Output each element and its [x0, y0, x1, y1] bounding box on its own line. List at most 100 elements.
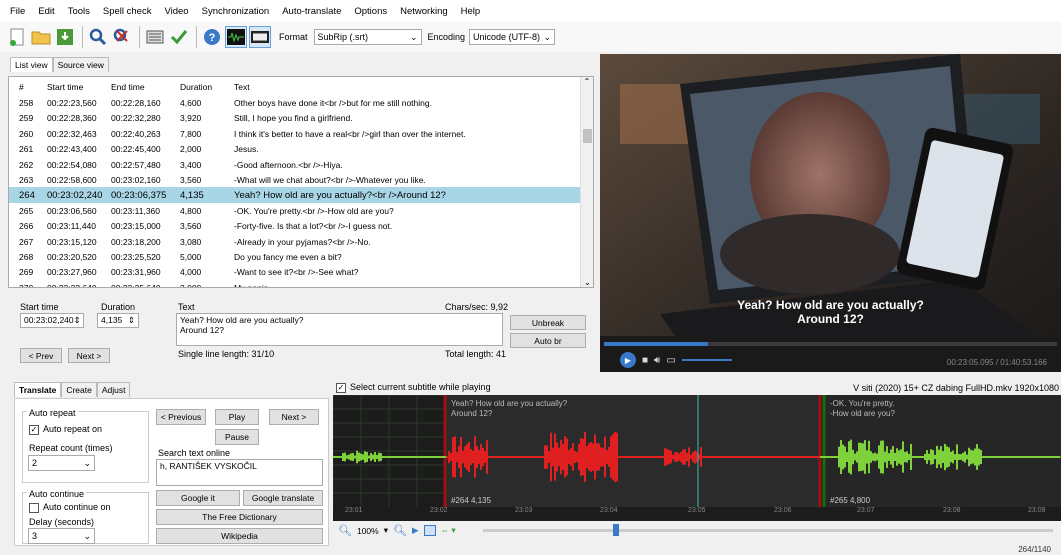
volume-icon[interactable]: 🔊︎: [654, 355, 660, 366]
search-text-input[interactable]: h, RANTIŠEK VYSKOČIL: [156, 459, 323, 486]
table-row[interactable]: 264 00:23:02,240 00:23:06,375 4,135 Yeah? Ho…: [9, 187, 581, 204]
col-end-time[interactable]: End time: [111, 82, 180, 92]
table-row[interactable]: 265 00:23:06,560 00:23:11,360 4,800 -OK. You…: [9, 203, 581, 219]
table-row[interactable]: 267 00:23:15,120 00:23:18,200 3,080 -Already…: [9, 234, 581, 250]
google-it-button[interactable]: Google it: [156, 490, 240, 506]
table-row[interactable]: 261 00:22:43,400 00:22:45,400 2,000 Jesus.: [9, 141, 581, 157]
table-cell: 00:23:27,960: [47, 267, 97, 278]
open-folder-icon[interactable]: [30, 26, 52, 48]
new-file-icon[interactable]: [6, 26, 28, 48]
col-number[interactable]: #: [9, 82, 47, 92]
table-row[interactable]: 259 00:22:28,360 00:22:32,280 3,920 Still, I…: [9, 110, 581, 126]
wave-subtitle-265[interactable]: -OK. You're pretty. -How old are you?: [830, 399, 895, 419]
repeat-count-select[interactable]: 2 ⌄: [28, 455, 95, 471]
start-time-input[interactable]: 00:23:02,240 ⇕: [20, 313, 84, 328]
auto-repeat-on-checkbox[interactable]: ✓ Auto repeat on: [29, 424, 102, 435]
menu-options[interactable]: Options: [354, 6, 387, 17]
fullscreen-icon[interactable]: ▭: [666, 355, 675, 366]
menu-edit[interactable]: Edit: [38, 6, 54, 17]
tab-translate[interactable]: Translate: [14, 382, 62, 397]
google-translate-button[interactable]: Google translate: [243, 490, 323, 506]
spell-check-icon[interactable]: [168, 26, 190, 48]
auto-continue-on-checkbox[interactable]: Auto continue on: [29, 502, 111, 513]
scroll-up-icon[interactable]: ⌃: [581, 77, 593, 86]
free-dictionary-button[interactable]: The Free Dictionary: [156, 509, 323, 525]
menu-networking[interactable]: Networking: [400, 6, 448, 17]
wave-subtitle-264[interactable]: Yeah? How old are you actually? Around 1…: [451, 399, 567, 419]
menu-spell-check[interactable]: Spell check: [103, 6, 152, 17]
zoom-out-icon[interactable]: 🔍︎: [338, 524, 352, 537]
wave-slider-thumb[interactable]: [613, 524, 619, 536]
encoding-value: Unicode (UTF-8): [473, 32, 541, 42]
table-row[interactable]: 269 00:23:27,960 00:23:31,960 4,000 -Want to…: [9, 264, 581, 280]
zoom-value[interactable]: 100%: [357, 526, 379, 536]
encoding-select[interactable]: Unicode (UTF-8) ⌄: [469, 29, 556, 45]
select-current-checkbox[interactable]: ✓ Select current subtitle while playing: [336, 382, 491, 393]
tab-source-view[interactable]: Source view: [52, 57, 109, 72]
previous-button[interactable]: < Previous: [156, 409, 206, 425]
pause-button[interactable]: Pause: [215, 429, 259, 445]
table-row[interactable]: 258 00:22:23,560 00:22:28,160 4,600 Other bo…: [9, 95, 581, 111]
menu-help[interactable]: Help: [461, 6, 481, 17]
scroll-down-icon[interactable]: ⌄: [581, 278, 593, 287]
video-seek-bar[interactable]: [604, 342, 1057, 346]
status-position: 264/1140: [1018, 545, 1051, 554]
scroll-thumb[interactable]: [583, 129, 592, 143]
table-row[interactable]: 270 00:23:32,640 00:23:35,640 3,000 My penis…: [9, 280, 581, 287]
save-icon[interactable]: [54, 26, 76, 48]
spinner-icon[interactable]: ⇕: [128, 315, 135, 326]
next-subtitle-button[interactable]: Next >: [269, 409, 319, 425]
replace-icon[interactable]: [111, 26, 133, 48]
col-text[interactable]: Text: [234, 82, 581, 92]
find-icon[interactable]: [87, 26, 109, 48]
table-row[interactable]: 266 00:23:11,440 00:23:15,000 3,560 -Forty-f…: [9, 218, 581, 234]
format-select[interactable]: SubRip (.srt) ⌄: [313, 29, 422, 45]
play-icon[interactable]: ▶: [620, 352, 636, 368]
video-player[interactable]: Yeah? How old are you actually? Around 1…: [600, 54, 1061, 372]
video-subtitle-overlay: Yeah? How old are you actually? Around 1…: [600, 298, 1061, 326]
delay-value: 3: [32, 531, 38, 541]
table-row[interactable]: 262 00:22:54,080 00:22:57,480 3,400 -Good af…: [9, 157, 581, 173]
table-cell: 3,400: [180, 159, 202, 170]
table-row[interactable]: 268 00:23:20,520 00:23:25,520 5,000 Do you f…: [9, 249, 581, 265]
menu-synchronization[interactable]: Synchronization: [202, 6, 270, 17]
zoom-in-icon[interactable]: 🔍︎: [393, 524, 407, 537]
tab-create[interactable]: Create: [61, 382, 97, 397]
next-button[interactable]: Next >: [68, 348, 110, 363]
col-start-time[interactable]: Start time: [47, 82, 111, 92]
menu-tools[interactable]: Tools: [68, 6, 90, 17]
toggle-spectrogram-icon[interactable]: [423, 525, 436, 536]
tab-adjust[interactable]: Adjust: [96, 382, 131, 397]
table-cell: I think it's better to have a real<br />…: [234, 128, 466, 139]
help-icon[interactable]: ?: [201, 26, 223, 48]
chevron-down-icon[interactable]: ▾: [384, 525, 388, 536]
delay-select[interactable]: 3 ⌄: [28, 528, 95, 544]
subtitle-text-input[interactable]: Yeah? How old are you actually? Around 1…: [176, 313, 503, 346]
col-duration[interactable]: Duration: [180, 82, 234, 92]
wave-position-slider[interactable]: [483, 524, 1053, 536]
auto-br-button[interactable]: Auto br: [510, 333, 586, 348]
visual-sync-icon[interactable]: [144, 26, 166, 48]
tab-list-view[interactable]: List view: [10, 57, 53, 72]
stop-icon[interactable]: ■: [642, 355, 648, 366]
text-line-1: Yeah? How old are you actually?: [180, 315, 304, 325]
list-scrollbar[interactable]: ⌃ ⌄: [580, 77, 593, 287]
video-toggle-icon[interactable]: [249, 26, 271, 48]
play-button[interactable]: Play: [215, 409, 259, 425]
menu-auto-translate[interactable]: Auto-translate: [282, 6, 341, 17]
waveform-toggle-icon[interactable]: [225, 26, 247, 48]
menu-video[interactable]: Video: [164, 6, 188, 17]
table-cell: -What will we chat about?<br />-Whatever…: [234, 175, 426, 185]
wikipedia-button[interactable]: Wikipedia: [156, 528, 323, 544]
duration-input[interactable]: 4,135 ⇕: [97, 313, 139, 328]
menu-file[interactable]: File: [10, 6, 25, 17]
volume-slider[interactable]: [681, 359, 732, 361]
sync-icon[interactable]: ⇔ ▾: [441, 525, 456, 536]
prev-button[interactable]: < Prev: [20, 348, 62, 363]
waveform-panel[interactable]: Yeah? How old are you actually? Around 1…: [333, 395, 1061, 521]
play-selection-icon[interactable]: ▶: [412, 525, 419, 536]
unbreak-button[interactable]: Unbreak: [510, 315, 586, 330]
table-row[interactable]: 260 00:22:32,463 00:22:40,263 7,800 I think …: [9, 126, 581, 142]
spinner-icon[interactable]: ⇕: [74, 315, 81, 326]
table-row[interactable]: 263 00:22:58,600 00:23:02,160 3,560 -What wi…: [9, 172, 581, 188]
